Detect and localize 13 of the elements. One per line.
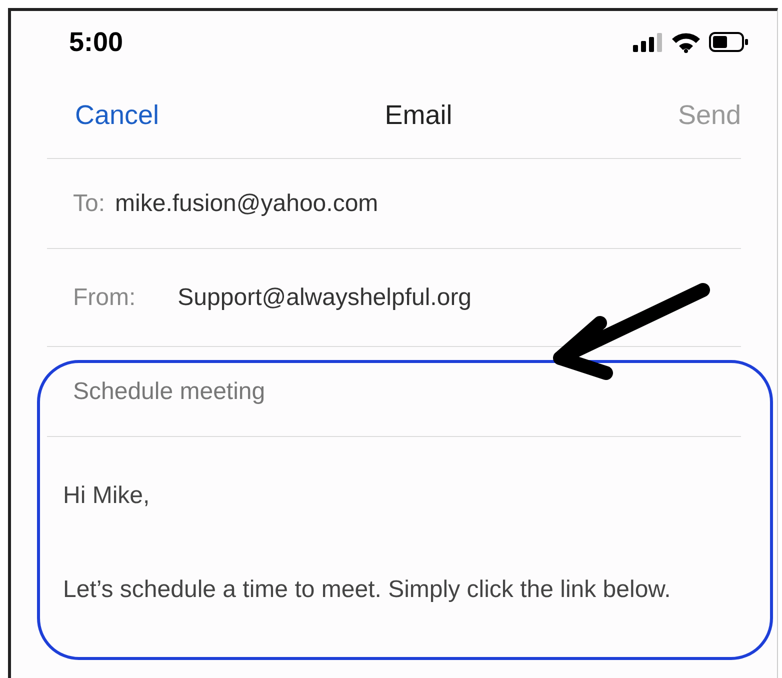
subject-field[interactable]: Schedule meeting xyxy=(73,374,266,410)
body-paragraph: Let’s schedule a time to meet. Simply click the link below. xyxy=(63,575,672,605)
wifi-icon xyxy=(671,31,701,53)
from-label: From: xyxy=(73,282,136,312)
status-time: 5:00 xyxy=(69,26,124,59)
from-address[interactable]: Support@alwayshelpful.org xyxy=(178,280,472,316)
screen-title: Email xyxy=(384,99,452,132)
battery-icon xyxy=(709,31,749,53)
to-address[interactable]: mike.fusion@yahoo.com xyxy=(115,186,378,222)
to-label: To: xyxy=(73,188,106,218)
signal-icon xyxy=(633,32,663,52)
body-paragraph: Hi Mike, xyxy=(63,481,151,511)
cancel-button[interactable]: Cancel xyxy=(47,95,160,136)
